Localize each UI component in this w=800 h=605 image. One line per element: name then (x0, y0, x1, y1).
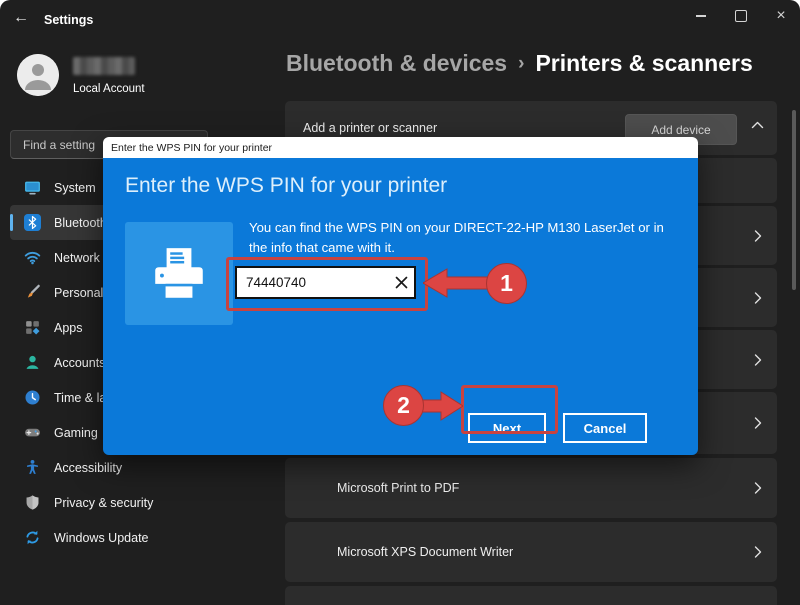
sidebar-item-label: System (54, 180, 96, 195)
sidebar-item-label: Gaming (54, 425, 98, 440)
annotation-step-1: 1 (486, 263, 527, 304)
printer-icon (155, 247, 203, 298)
maximize-icon (735, 10, 747, 22)
printer-row-pdf[interactable]: Microsoft Print to PDF (285, 458, 777, 518)
sidebar-item-label: Privacy & security (54, 495, 154, 510)
chevron-up-icon[interactable] (751, 121, 764, 129)
clock-icon (25, 390, 40, 405)
minimize-icon (696, 15, 706, 17)
monitor-icon (25, 181, 40, 195)
account-subtitle: Local Account (73, 83, 145, 95)
chevron-right-icon (754, 482, 762, 494)
printer-row-xps[interactable]: Microsoft XPS Document Writer (285, 522, 777, 582)
maximize-button[interactable] (730, 7, 752, 25)
breadcrumb: Bluetooth & devices › Printers & scanners (286, 50, 753, 77)
close-button[interactable]: × (770, 7, 792, 25)
annotation-box-pin-input (226, 257, 428, 311)
dialog-description: You can find the WPS PIN on your DIRECT-… (249, 220, 664, 255)
app-title: Settings (44, 13, 94, 27)
add-printer-label: Add a printer or scanner (303, 121, 438, 135)
chevron-right-icon (754, 546, 762, 558)
printer-row-label: Microsoft XPS Document Writer (337, 545, 514, 559)
chevron-right-icon (754, 353, 762, 366)
list-item[interactable] (285, 586, 777, 605)
sidebar-item-accessibility[interactable]: Accessibility (10, 450, 268, 485)
cancel-button[interactable]: Cancel (563, 413, 647, 443)
window-controls: × (690, 6, 792, 26)
dialog-heading: Enter the WPS PIN for your printer (125, 174, 448, 197)
minimize-button[interactable] (690, 7, 712, 25)
update-icon (26, 530, 39, 545)
chevron-right-icon (754, 229, 762, 242)
person-icon (26, 355, 39, 369)
sidebar-item-label: Apps (54, 320, 83, 335)
sidebar-item-label: Windows Update (54, 530, 149, 545)
bluetooth-icon (24, 214, 41, 231)
annotation-step-2: 2 (383, 385, 424, 426)
annotation-arrow-right-icon (421, 391, 463, 421)
printer-tile (125, 222, 233, 325)
account-name-redacted (73, 57, 135, 75)
accessibility-icon (27, 459, 38, 474)
paintbrush-icon (27, 284, 40, 298)
apps-icon (26, 321, 40, 335)
dialog-titlebar: Enter the WPS PIN for your printer (103, 137, 698, 158)
page-title: Printers & scanners (535, 50, 753, 76)
sidebar-item-windows-update[interactable]: Windows Update (10, 520, 268, 555)
shield-icon (26, 495, 39, 510)
close-icon: × (776, 7, 786, 24)
chevron-right-icon (754, 417, 762, 429)
back-icon[interactable]: ← (13, 9, 29, 27)
person-silhouette-icon (17, 54, 59, 96)
chevron-right-icon: › (518, 53, 525, 74)
settings-window: ← Settings × Local Account System (0, 0, 800, 605)
printer-row-label: Microsoft Print to PDF (337, 481, 460, 495)
dialog-titlebar-text: Enter the WPS PIN for your printer (111, 141, 273, 154)
annotation-arrow-left-icon (423, 268, 489, 298)
chevron-right-icon (754, 291, 762, 304)
scrollbar-thumb[interactable] (792, 110, 796, 290)
sidebar-item-label: Accessibility (54, 460, 123, 475)
account-card[interactable]: Local Account (17, 54, 145, 96)
gamepad-icon (25, 428, 40, 437)
sidebar-item-privacy[interactable]: Privacy & security (10, 485, 268, 520)
sidebar-item-label: Accounts (54, 355, 106, 370)
wifi-icon (24, 251, 41, 265)
avatar (17, 54, 59, 96)
breadcrumb-parent[interactable]: Bluetooth & devices (286, 50, 507, 76)
annotation-box-next-button (461, 385, 558, 434)
